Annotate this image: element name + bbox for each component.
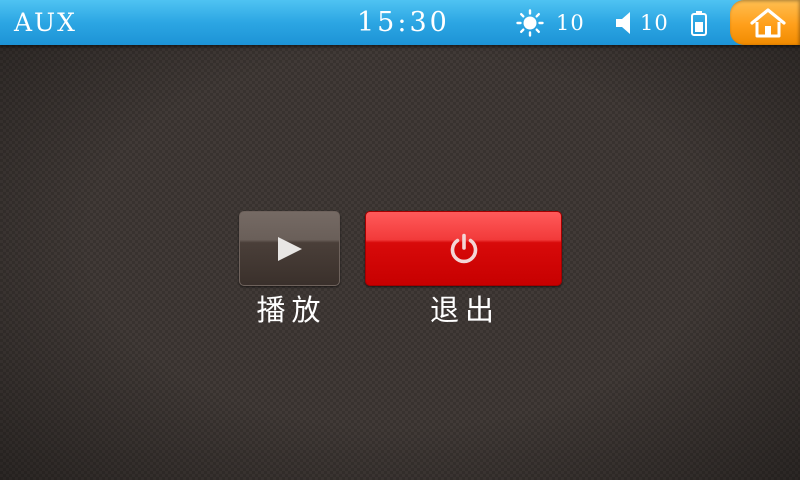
home-button[interactable] xyxy=(730,0,800,45)
brightness-icon[interactable] xyxy=(516,9,544,37)
battery-icon xyxy=(691,11,707,36)
exit-label: 退出 xyxy=(429,293,500,327)
source-label: AUX xyxy=(14,8,77,37)
play-label: 播放 xyxy=(256,293,327,327)
home-icon xyxy=(750,8,786,38)
power-icon xyxy=(450,233,478,264)
clock: 15:30 xyxy=(357,7,450,38)
brightness-value: 10 xyxy=(556,11,585,35)
exit-button[interactable] xyxy=(365,211,562,286)
status-bar: AUX 15:30 10 10 xyxy=(0,0,800,45)
volume-icon[interactable] xyxy=(614,10,638,36)
play-icon xyxy=(278,237,302,261)
volume-value: 10 xyxy=(640,11,669,35)
play-button[interactable] xyxy=(239,211,340,286)
